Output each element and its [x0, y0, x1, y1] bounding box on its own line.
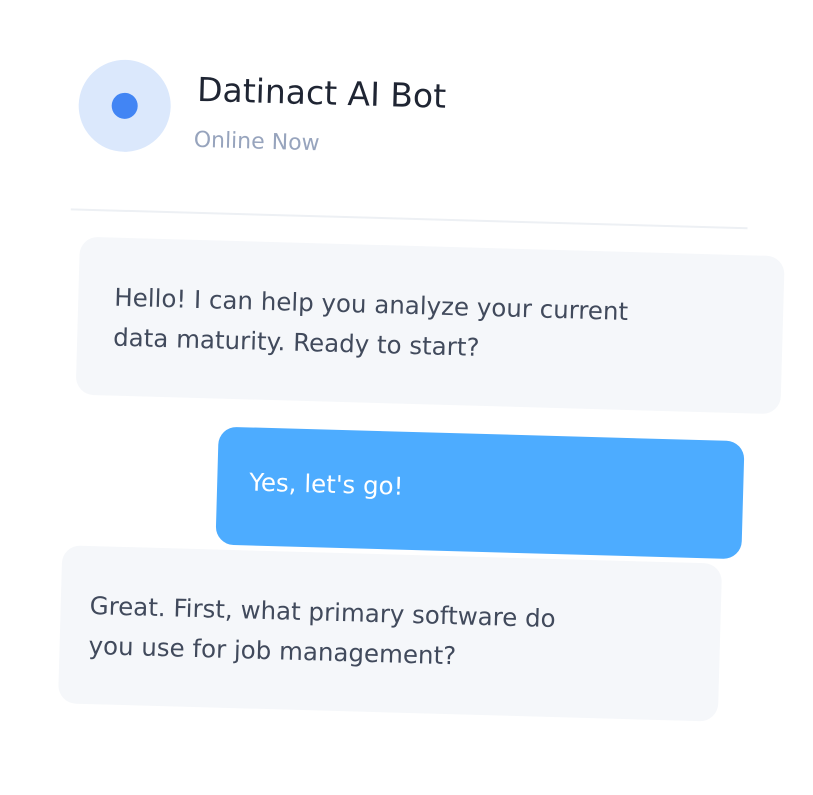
- message-line: Yes, let's go!: [248, 467, 404, 501]
- chat-header: Datinact AI Bot Online Now: [57, 58, 760, 178]
- chat-card: Datinact AI Bot Online Now Hello! I can …: [41, 58, 785, 768]
- bot-message-bubble: Great. First, what primary software do y…: [57, 545, 723, 722]
- user-message-bubble: Yes, let's go!: [215, 426, 745, 560]
- bot-status: Online Now: [193, 127, 320, 157]
- bot-avatar: [77, 58, 172, 154]
- bot-message-bubble: Hello! I can help you analyze your curre…: [75, 236, 785, 415]
- chat-widget-stage: Datinact AI Bot Online Now Hello! I can …: [0, 0, 813, 795]
- online-indicator-icon: [111, 92, 139, 120]
- bot-name: Datinact AI Bot: [196, 69, 447, 116]
- header-divider: [70, 208, 748, 230]
